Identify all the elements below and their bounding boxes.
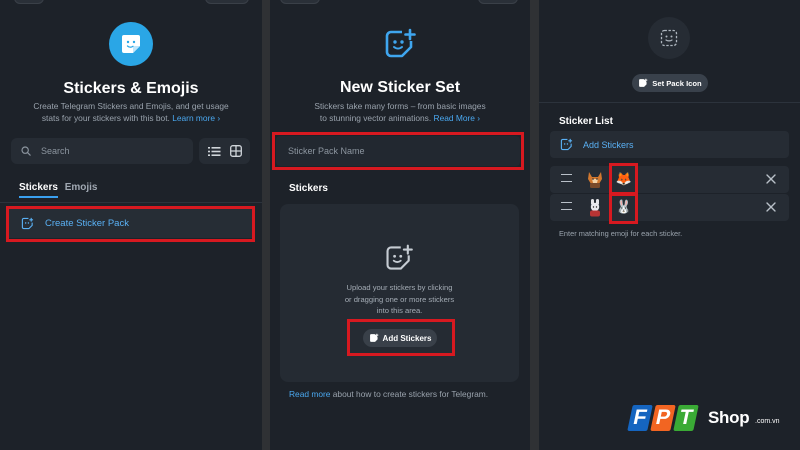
top-bar-fragment <box>280 0 320 4</box>
rabbit-sticker-thumbnail <box>590 199 600 217</box>
top-bar-fragment <box>205 0 249 4</box>
tab-stickers[interactable]: Stickers <box>19 182 58 198</box>
logo-letter: T <box>673 405 699 431</box>
logo-domain-text: .com.vn <box>755 418 780 425</box>
instruction-line: into this area. <box>376 306 423 315</box>
add-sticker-icon <box>560 138 573 151</box>
add-sticker-icon <box>369 333 378 342</box>
add-stickers-label: Add Stickers <box>382 333 432 343</box>
subtitle-line: Stickers take many forms – from basic im… <box>314 101 486 111</box>
search-input[interactable]: Search <box>11 138 193 164</box>
add-stickers-button[interactable]: Add Stickers <box>363 329 437 347</box>
subtitle-line: Create Telegram Stickers and Emojis, and… <box>33 101 229 111</box>
logo-letter: P <box>650 405 676 431</box>
remove-icon[interactable] <box>765 173 777 185</box>
create-sticker-pack-button[interactable]: Create Sticker Pack <box>9 209 252 238</box>
add-sticker-icon <box>21 217 34 230</box>
logo-shop-text: Shop <box>708 408 750 427</box>
instruction-line: or dragging one or more stickers <box>344 294 455 304</box>
add-sticker-icon <box>385 28 416 58</box>
upload-instructions: Upload your stickers by clicking or drag… <box>280 282 519 317</box>
sticker-icon <box>122 35 140 53</box>
pack-icon-placeholder[interactable] <box>648 17 690 59</box>
read-more-link[interactable]: Read More › <box>434 113 481 123</box>
top-bar-fragment <box>14 0 44 4</box>
remove-icon[interactable] <box>765 201 777 213</box>
section-divider <box>539 102 800 103</box>
add-sticker-icon <box>639 78 648 87</box>
top-bar-fragment <box>478 0 518 4</box>
set-pack-icon-label: Set Pack Icon <box>652 78 702 88</box>
footer-note: Read more about how to create stickers f… <box>289 389 488 399</box>
page-title: Stickers & Emojis <box>63 80 199 97</box>
logo-letter: F <box>627 405 653 431</box>
search-icon <box>21 146 31 156</box>
tab-emojis[interactable]: Emojis <box>65 182 98 193</box>
panel-separator <box>530 0 539 450</box>
sticker-tabs: Stickers Emojis <box>19 182 98 198</box>
footer-text: about how to create stickers for Telegra… <box>330 389 489 399</box>
sticker-placeholder-icon <box>660 29 678 47</box>
page-subtitle: Stickers take many forms – from basic im… <box>275 100 525 124</box>
sticker-row: 🐰 <box>550 194 789 221</box>
drag-handle-icon[interactable] <box>561 202 572 210</box>
list-view-icon[interactable] <box>207 146 221 157</box>
panel-separator <box>262 0 270 450</box>
subtitle-line: to stunning vector animations. Read More… <box>275 112 525 124</box>
section-label: Stickers <box>289 183 328 194</box>
fpt-shop-logo: F P T Shop .com.vn <box>627 399 798 439</box>
page-subtitle: Create Telegram Stickers and Emojis, and… <box>10 100 252 124</box>
search-placeholder: Search <box>41 146 70 156</box>
page-title: New Sticker Set <box>339 79 461 96</box>
learn-more-link[interactable]: Learn more › <box>172 113 220 123</box>
sticker-list-panel <box>539 0 800 450</box>
create-sticker-pack-label: Create Sticker Pack <box>45 218 129 229</box>
sticker-upload-dropzone[interactable]: Upload your stickers by clicking or drag… <box>280 204 519 382</box>
add-stickers-button[interactable]: Add Stickers <box>550 131 789 158</box>
tabs-divider <box>0 202 262 203</box>
set-pack-icon-button[interactable]: Set Pack Icon <box>632 74 708 92</box>
sticker-pack-name-field[interactable]: Sticker Pack Name <box>276 136 520 166</box>
subtitle-text: stats for your stickers with this bot. <box>41 113 170 123</box>
read-more-link[interactable]: Read more <box>289 389 330 399</box>
fox-sticker-thumbnail <box>588 172 602 188</box>
subtitle-line: stats for your stickers with this bot. L… <box>10 112 252 124</box>
sticker-row: 🦊 <box>550 166 789 193</box>
sticker-emoji[interactable]: 🐰 <box>613 197 635 218</box>
sticker-emoji[interactable]: 🦊 <box>613 169 635 190</box>
add-sticker-icon <box>386 244 413 270</box>
drag-handle-icon[interactable] <box>561 174 572 182</box>
bot-logo <box>109 22 153 66</box>
instruction-line: Upload your stickers by clicking <box>346 283 453 292</box>
grid-view-icon[interactable] <box>229 145 242 157</box>
subtitle-text: to stunning vector animations. <box>319 113 432 123</box>
add-stickers-label: Add Stickers <box>583 139 634 150</box>
view-toggle <box>199 138 250 164</box>
emoji-hint: Enter matching emoji for each sticker. <box>559 229 683 238</box>
section-label: Sticker List <box>559 116 613 127</box>
